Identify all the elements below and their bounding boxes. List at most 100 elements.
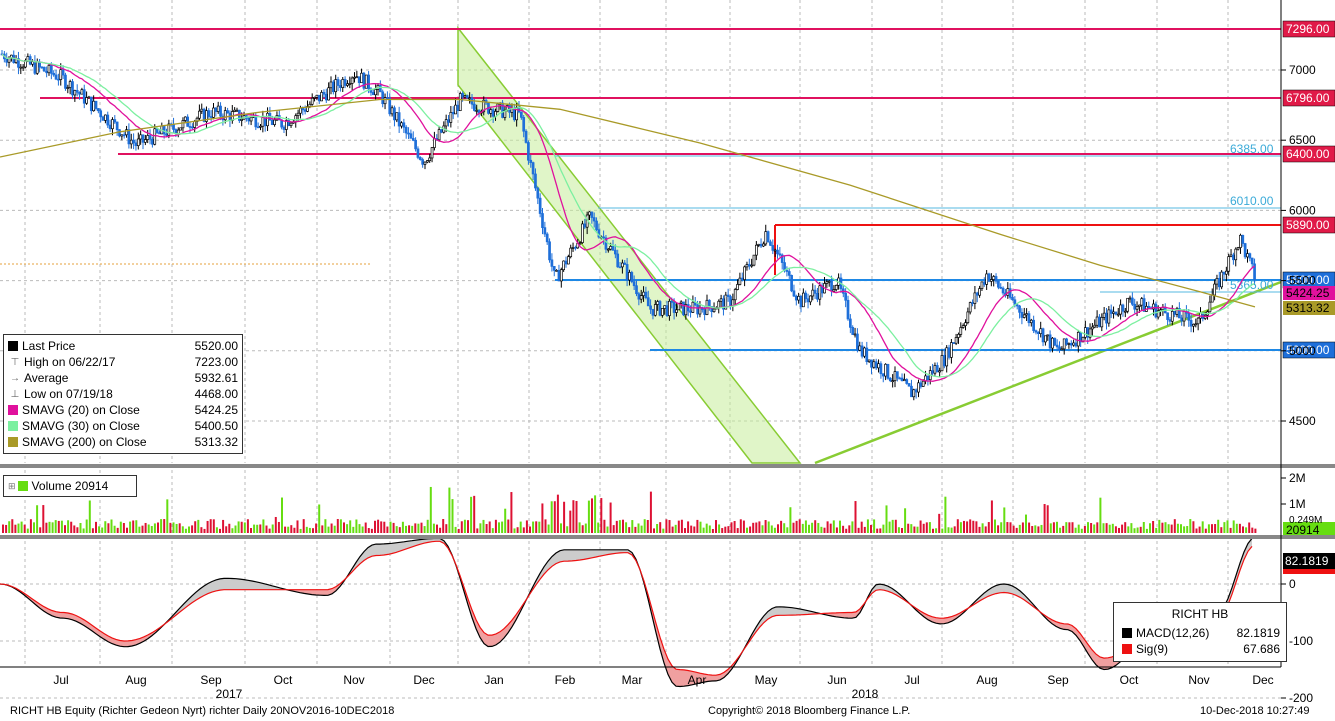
macd-fill bbox=[220, 578, 224, 591]
volume-bar bbox=[436, 524, 438, 533]
candle-body bbox=[853, 333, 857, 336]
candle-body bbox=[519, 111, 523, 118]
expand-icon: ⊞ bbox=[8, 480, 16, 491]
volume-bar bbox=[1012, 525, 1015, 533]
volume-bar bbox=[950, 527, 953, 533]
candle-body bbox=[141, 134, 145, 143]
candle-body bbox=[256, 126, 260, 129]
volume-bar bbox=[377, 519, 380, 533]
candle-body bbox=[978, 288, 981, 296]
volume-bar bbox=[1149, 523, 1151, 533]
volume-bar bbox=[383, 521, 386, 533]
candle-body bbox=[1121, 304, 1125, 312]
volume-bar bbox=[432, 523, 435, 533]
volume-bar bbox=[535, 521, 538, 533]
volume-bar bbox=[20, 521, 23, 533]
volume-bar bbox=[361, 526, 364, 533]
candle-body bbox=[776, 249, 779, 255]
volume-bar bbox=[646, 520, 649, 533]
x-tick-label: Jun bbox=[827, 673, 846, 687]
candle-body bbox=[336, 79, 340, 86]
volume-bar bbox=[346, 524, 349, 533]
candle-body bbox=[355, 76, 359, 79]
x-tick-label: Aug bbox=[125, 673, 146, 687]
candle-body bbox=[581, 223, 584, 243]
candle-body bbox=[1008, 288, 1012, 298]
volume-bar bbox=[1204, 528, 1207, 533]
volume-bar bbox=[135, 520, 138, 533]
candle-body bbox=[132, 139, 135, 144]
candle-body bbox=[428, 157, 432, 161]
candle-body bbox=[792, 290, 796, 297]
volume-bar bbox=[1065, 522, 1068, 533]
volume-bar bbox=[894, 519, 897, 533]
volume-bar bbox=[14, 524, 17, 533]
candle-body bbox=[233, 109, 236, 112]
candle-body bbox=[844, 292, 848, 301]
volume-bar bbox=[1130, 523, 1133, 533]
volume-bar bbox=[225, 526, 228, 533]
candle-body bbox=[1107, 309, 1111, 324]
candle-body bbox=[454, 104, 457, 115]
x-tick-label: Mar bbox=[622, 673, 643, 687]
volume-bar bbox=[1248, 522, 1251, 533]
macd-fill bbox=[780, 606, 784, 616]
volume-bar bbox=[563, 501, 566, 533]
volume-bar bbox=[405, 525, 407, 533]
volume-bar bbox=[122, 523, 125, 533]
candle-body bbox=[1217, 278, 1221, 288]
volume-bar bbox=[780, 520, 783, 533]
volume-bar bbox=[525, 520, 528, 533]
candle-body bbox=[339, 85, 342, 88]
candle-body bbox=[625, 264, 629, 281]
volume-bar bbox=[736, 528, 739, 533]
volume-bar bbox=[101, 527, 104, 533]
macd-fill bbox=[384, 543, 388, 556]
candle-body bbox=[957, 334, 960, 338]
macd-fill bbox=[848, 612, 852, 619]
volume-bar bbox=[467, 520, 469, 533]
candle-body bbox=[1058, 346, 1061, 351]
candle-body bbox=[905, 379, 909, 384]
candle-body bbox=[1020, 311, 1024, 318]
candle-body bbox=[294, 115, 298, 123]
volume-bar bbox=[913, 526, 916, 533]
candle-body bbox=[82, 89, 86, 104]
candle-body bbox=[461, 93, 464, 98]
signal-value: 67.686 bbox=[1243, 642, 1280, 656]
footer-copyright: Copyright© 2018 Bloomberg Finance L.P. bbox=[708, 705, 911, 717]
macd-fill bbox=[580, 549, 584, 561]
volume-bar bbox=[95, 521, 97, 533]
candle-body bbox=[327, 87, 330, 101]
level-tag-label: 7296.00 bbox=[1286, 22, 1330, 36]
candle-body bbox=[771, 245, 775, 251]
volume-bar bbox=[628, 527, 631, 533]
candle-body bbox=[179, 127, 182, 131]
candle-body bbox=[402, 122, 406, 128]
volume-bar bbox=[1080, 528, 1083, 533]
macd-label: MACD(12,26) bbox=[1136, 626, 1210, 640]
volume-bar bbox=[1161, 522, 1164, 533]
candle-body bbox=[127, 129, 131, 145]
candle-body bbox=[827, 280, 831, 283]
volume-bar bbox=[181, 526, 184, 533]
volume-bar bbox=[978, 526, 981, 533]
candle-body bbox=[623, 262, 627, 265]
volume-bar bbox=[795, 520, 798, 533]
volume-bar bbox=[1124, 522, 1127, 533]
candle-body bbox=[630, 272, 634, 282]
candle-body bbox=[583, 223, 587, 228]
volume-bar bbox=[947, 527, 950, 533]
volume-bar bbox=[935, 528, 938, 533]
volume-bar bbox=[1034, 525, 1037, 533]
candle-body bbox=[512, 108, 516, 121]
candle-body bbox=[310, 97, 314, 105]
candle-body bbox=[997, 280, 1000, 288]
candle-body bbox=[717, 300, 721, 309]
volume-bar bbox=[860, 521, 863, 533]
candle-body bbox=[797, 296, 801, 301]
volume-bar bbox=[26, 528, 29, 533]
volume-bar bbox=[39, 527, 42, 533]
fib-label: 6010.00 bbox=[1230, 194, 1274, 208]
candle-body bbox=[729, 296, 732, 307]
